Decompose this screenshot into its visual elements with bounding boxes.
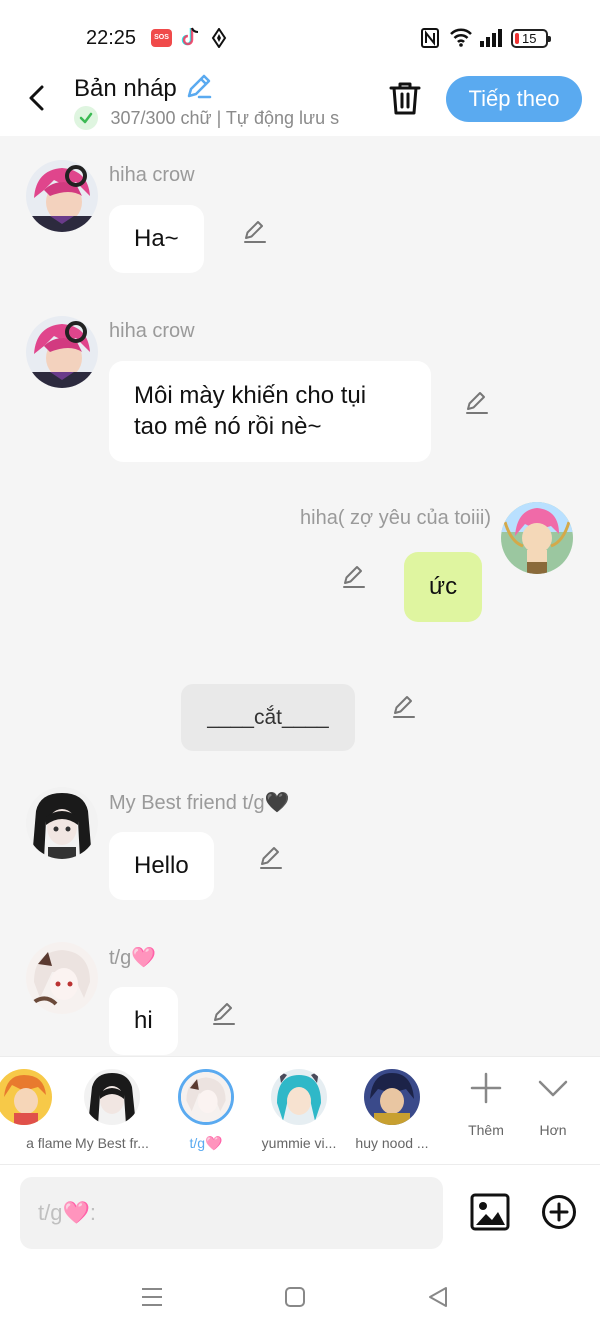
sender-name: My Best friend t/g🖤 — [109, 792, 290, 814]
edit-message-icon[interactable] — [258, 844, 284, 870]
character-avatar — [0, 1069, 52, 1125]
title-wrap: Bản nháp — [74, 72, 213, 105]
status-time: 22:25 — [86, 27, 137, 49]
input-area: t/g🩷: — [0, 1164, 600, 1260]
message-bubble[interactable]: Hello — [109, 832, 214, 900]
plus-icon — [470, 1072, 502, 1104]
autosave-status: 307/300 chữ | Tự động lưu s — [74, 106, 364, 130]
avatar[interactable] — [26, 160, 98, 232]
plus-circle-icon — [542, 1195, 576, 1229]
battery-icon: 15 — [511, 29, 551, 48]
sos-icon: SOS — [151, 29, 172, 47]
system-nav-bar — [0, 1260, 600, 1333]
add-character-button[interactable]: Thêm — [456, 1071, 516, 1138]
avatar[interactable] — [26, 942, 98, 1014]
app-diamond-icon — [211, 27, 227, 53]
message-bubble[interactable]: Môi mày khiến cho tụi tao mê nó rồi nè~ — [109, 361, 431, 462]
edit-message-icon[interactable] — [242, 218, 268, 244]
message-bubble-self[interactable]: ức — [404, 552, 483, 622]
sender-name: hiha( zợ yêu của toiii) — [300, 507, 491, 529]
chevron-down-icon — [538, 1080, 568, 1097]
message-input[interactable]: t/g🩷: — [20, 1177, 443, 1249]
add-character-label: Thêm — [468, 1122, 504, 1138]
edit-message-icon[interactable] — [341, 563, 367, 589]
back-button[interactable] — [22, 82, 54, 114]
wifi-icon — [449, 27, 473, 52]
home-square-icon — [285, 1287, 305, 1307]
character-item[interactable]: a flame — [0, 1069, 72, 1151]
battery-level: 15 — [522, 31, 537, 46]
signal-icon — [479, 28, 505, 53]
image-icon — [470, 1193, 510, 1231]
character-name: yummie vi... — [261, 1135, 337, 1151]
status-bar: 22:25 SOS 15 — [0, 0, 600, 70]
avatar[interactable] — [26, 787, 98, 859]
message-bubble[interactable]: Ha~ — [109, 205, 204, 273]
delete-button[interactable] — [388, 80, 422, 116]
character-item[interactable]: huy nood ... — [344, 1069, 440, 1151]
character-item[interactable]: My Best fr... — [64, 1069, 160, 1151]
sender-name: t/g🩷 — [109, 947, 157, 969]
image-button[interactable] — [470, 1193, 510, 1236]
edit-message-icon[interactable] — [211, 1000, 237, 1026]
word-count-text: 307/300 chữ | Tự động lưu s — [110, 107, 340, 128]
page-title: Bản nháp — [74, 74, 177, 102]
message-bubble[interactable]: hi — [109, 987, 178, 1055]
character-avatar — [364, 1069, 420, 1125]
triangle-back-icon — [429, 1287, 447, 1307]
character-selector: a flame My Best fr... t/g🩷 yummie vi... … — [0, 1056, 600, 1164]
system-back-button[interactable] — [426, 1285, 450, 1314]
character-name: My Best fr... — [75, 1135, 149, 1151]
tiktok-icon — [181, 26, 201, 53]
chat-area[interactable]: hiha crow Ha~ hiha crow Môi mày khiến ch… — [0, 136, 600, 1056]
next-button[interactable]: Tiếp theo — [446, 76, 582, 122]
check-icon — [74, 106, 98, 130]
more-characters-button[interactable]: Hơn — [523, 1071, 583, 1138]
title-edit-icon[interactable] — [185, 72, 213, 105]
recent-apps-button[interactable] — [141, 1286, 163, 1313]
character-item[interactable]: yummie vi... — [251, 1069, 347, 1151]
character-avatar — [271, 1069, 327, 1125]
character-avatar — [178, 1069, 234, 1125]
character-avatar — [84, 1069, 140, 1125]
sender-name: hiha crow — [109, 164, 195, 186]
character-name: a flame — [26, 1135, 72, 1151]
avatar[interactable] — [26, 316, 98, 388]
nfc-icon — [421, 28, 439, 53]
character-item-selected[interactable]: t/g🩷 — [158, 1069, 254, 1152]
add-content-button[interactable] — [541, 1194, 577, 1235]
character-name: t/g🩷 — [189, 1135, 223, 1151]
character-name: huy nood ... — [355, 1135, 429, 1151]
more-characters-label: Hơn — [539, 1122, 567, 1138]
menu-icon — [142, 1288, 162, 1306]
sender-name: hiha crow — [109, 320, 195, 342]
scene-cut-marker[interactable]: ____cắt____ — [181, 684, 355, 751]
edit-message-icon[interactable] — [391, 693, 417, 719]
home-button[interactable] — [284, 1286, 306, 1313]
avatar[interactable] — [501, 502, 573, 574]
header: Bản nháp 307/300 chữ | Tự động lưu s Tiế… — [0, 70, 600, 136]
edit-message-icon[interactable] — [464, 389, 490, 415]
